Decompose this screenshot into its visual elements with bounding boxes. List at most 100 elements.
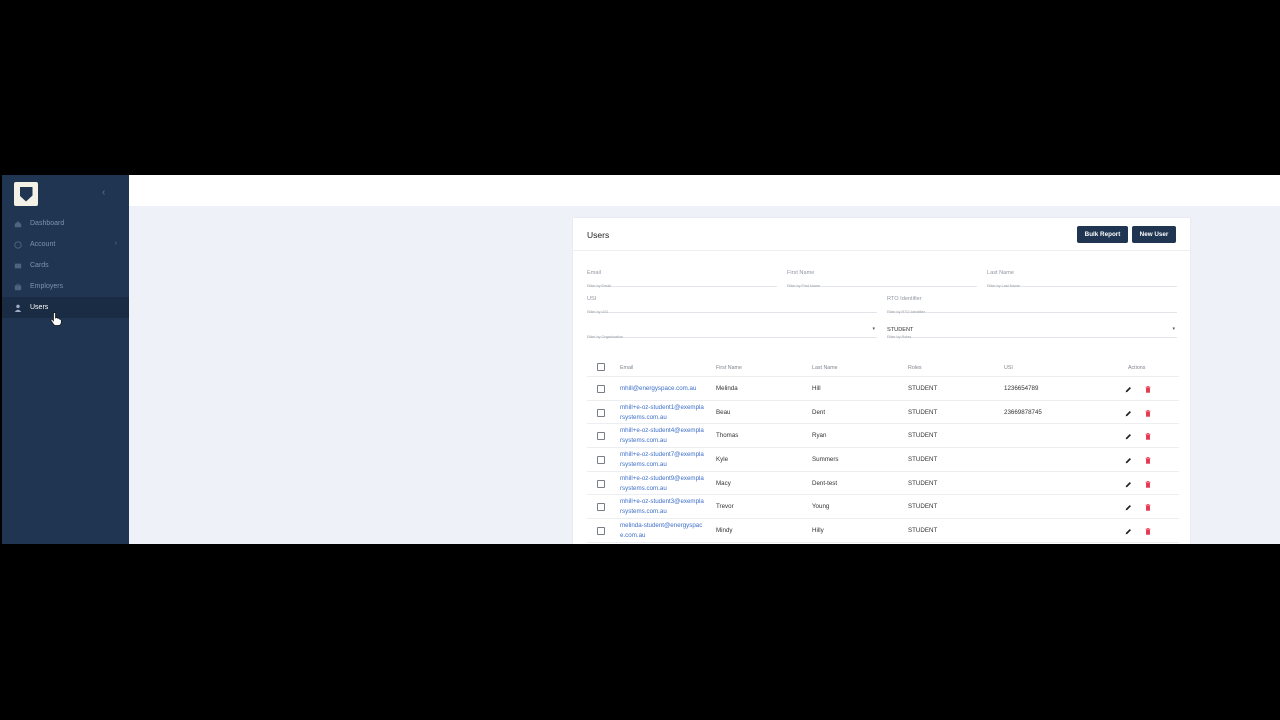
select-all-checkbox[interactable] xyxy=(597,363,605,371)
pencil-icon[interactable] xyxy=(1125,457,1132,464)
first-name-cell: Kyle xyxy=(716,456,729,464)
row-checkbox[interactable] xyxy=(597,408,605,417)
users-card: Users Bulk Report New User Email Filter … xyxy=(573,218,1190,544)
first-name-cell: Melinda xyxy=(716,385,738,392)
roles-filter-value: STUDENT xyxy=(887,327,914,333)
pencil-icon[interactable] xyxy=(1125,481,1132,488)
table-row[interactable]: mhill+e-oz-student4@exempla rsystems.com.… xyxy=(587,424,1179,449)
trash-icon[interactable] xyxy=(1145,457,1151,464)
sidebar-item-account[interactable]: Account › xyxy=(2,234,129,255)
pencil-icon[interactable] xyxy=(1125,433,1132,440)
roles-filter-help: Filter by Roles xyxy=(887,335,912,339)
email-link[interactable]: mhill+e-oz-student3@exempla rsystems.com.… xyxy=(620,497,714,517)
usi-cell: 1236654789 xyxy=(1004,385,1039,392)
column-header-email[interactable]: Email xyxy=(620,365,633,371)
email-line-2: rsystems.com.au xyxy=(620,413,667,421)
email-line-1: mhill+e-oz-student3@exempla xyxy=(620,498,704,506)
email-link[interactable]: mhill+e-oz-student1@exempla rsystems.com.… xyxy=(620,403,714,423)
table-row[interactable]: mhill+e-oz-student3@exempla rsystems.com.… xyxy=(587,495,1179,520)
email-line-1: mhill+e-oz-student7@exempla xyxy=(620,451,704,459)
roles-cell: STUDENT xyxy=(908,408,938,416)
first-name-cell: Thomas xyxy=(716,432,739,440)
sidebar: ‹ Dashboard Account › Cards Employers Us… xyxy=(2,175,129,544)
home-icon xyxy=(14,220,22,228)
row-checkbox[interactable] xyxy=(597,385,605,393)
email-link[interactable]: mhill@energyspace.com.au xyxy=(620,384,714,394)
first-name-cell: Macy xyxy=(716,479,731,487)
page-title: Users xyxy=(587,230,610,240)
users-table: Email First Name Last Name Roles USI Act… xyxy=(587,358,1179,543)
sidebar-item-users[interactable]: Users xyxy=(2,297,129,318)
user-icon xyxy=(14,304,22,312)
sidebar-item-cards[interactable]: Cards xyxy=(2,255,129,276)
email-link[interactable]: melinda-student@energyspac e.com.au xyxy=(620,521,714,541)
new-user-button[interactable]: New User xyxy=(1132,226,1176,243)
hand-pointer-icon xyxy=(50,312,62,326)
sidebar-item-label: Users xyxy=(30,304,49,311)
row-checkbox[interactable] xyxy=(597,527,605,536)
email-line-2: e.com.au xyxy=(620,532,646,540)
table-header: Email First Name Last Name Roles USI Act… xyxy=(587,358,1179,377)
email-line-1: mhill@energyspace.com.au xyxy=(620,385,697,392)
chevron-left-icon[interactable]: ‹ xyxy=(102,187,105,199)
pencil-icon[interactable] xyxy=(1125,386,1132,393)
caret-down-icon: ▾ xyxy=(1172,326,1175,332)
usi-filter-input[interactable]: USI xyxy=(587,295,877,313)
pencil-icon[interactable] xyxy=(1125,410,1132,417)
email-link[interactable]: mhill+e-oz-student7@exempla rsystems.com.… xyxy=(620,450,714,470)
last-name-cell: Summers xyxy=(812,456,839,464)
email-link[interactable]: mhill+e-oz-student9@exempla rsystems.com.… xyxy=(620,474,714,494)
roles-cell: STUDENT xyxy=(908,432,938,440)
row-checkbox[interactable] xyxy=(597,456,605,465)
table-row[interactable]: mhill+e-oz-student7@exempla rsystems.com.… xyxy=(587,448,1179,472)
row-checkbox[interactable] xyxy=(597,503,605,512)
organisation-filter-select[interactable]: ▾ xyxy=(587,320,877,338)
email-line-1: mhill+e-oz-student9@exempla xyxy=(620,474,704,482)
table-row[interactable]: mhill@energyspace.com.au Melinda Hill STUDE… xyxy=(587,377,1179,401)
app-window: ‹ Dashboard Account › Cards Employers Us… xyxy=(2,175,1280,544)
sidebar-item-label: Dashboard xyxy=(30,220,65,227)
rto-identifier-filter-label: RTO Identifier xyxy=(887,296,922,302)
last-name-cell: Young xyxy=(812,503,830,511)
table-row[interactable]: mhill+e-oz-student1@exempla rsystems.com.… xyxy=(587,401,1179,425)
roles-cell: STUDENT xyxy=(908,503,938,511)
last-name-cell: Dent xyxy=(812,408,826,416)
card-icon xyxy=(14,262,22,270)
row-checkbox[interactable] xyxy=(597,432,605,441)
table-body: mhill@energyspace.com.au Melinda Hill STUDE… xyxy=(587,377,1179,543)
app-logo[interactable] xyxy=(14,182,38,206)
caret-down-icon: ▾ xyxy=(872,326,875,332)
trash-icon[interactable] xyxy=(1145,480,1151,488)
rto-identifier-filter-input[interactable]: RTO Identifier xyxy=(887,295,1177,313)
first-name-cell: Mindy xyxy=(716,527,733,535)
row-checkbox[interactable] xyxy=(597,479,605,488)
column-header-last-name[interactable]: Last Name xyxy=(812,365,838,371)
trash-icon[interactable] xyxy=(1145,433,1151,441)
usi-filter-help: Filter by USI xyxy=(587,310,608,314)
trash-icon[interactable] xyxy=(1145,528,1151,535)
column-header-usi[interactable]: USI xyxy=(1004,365,1013,371)
organisation-filter-help: Filter by Organisation xyxy=(587,335,624,339)
last-name-cell: Hilly xyxy=(812,527,824,535)
table-row[interactable]: melinda-student@energyspac e.com.au Mindy H… xyxy=(587,519,1179,543)
chevron-right-icon: › xyxy=(114,240,117,247)
email-line-2: rsystems.com.au xyxy=(620,484,667,492)
bulk-report-button[interactable]: Bulk Report xyxy=(1077,226,1128,243)
trash-icon[interactable] xyxy=(1145,386,1151,393)
sidebar-item-dashboard[interactable]: Dashboard xyxy=(2,213,129,234)
email-filter-input[interactable]: Email xyxy=(587,269,777,287)
roles-filter-select[interactable]: STUDENT ▾ xyxy=(887,320,1177,338)
pencil-icon[interactable] xyxy=(1125,504,1132,511)
trash-icon[interactable] xyxy=(1145,409,1151,417)
email-link[interactable]: mhill+e-oz-student4@exempla rsystems.com.… xyxy=(620,426,714,446)
email-line-2: rsystems.com.au xyxy=(620,437,667,445)
trash-icon[interactable] xyxy=(1145,504,1151,512)
account-icon xyxy=(14,240,22,249)
header-divider xyxy=(573,250,1190,251)
email-line-1: mhill+e-oz-student1@exempla xyxy=(620,403,704,411)
column-header-first-name[interactable]: First Name xyxy=(716,365,742,371)
column-header-roles[interactable]: Roles xyxy=(908,365,922,371)
sidebar-item-employers[interactable]: Employers xyxy=(2,276,129,297)
pencil-icon[interactable] xyxy=(1125,528,1132,535)
table-row[interactable]: mhill+e-oz-student9@exempla rsystems.com.… xyxy=(587,472,1179,496)
